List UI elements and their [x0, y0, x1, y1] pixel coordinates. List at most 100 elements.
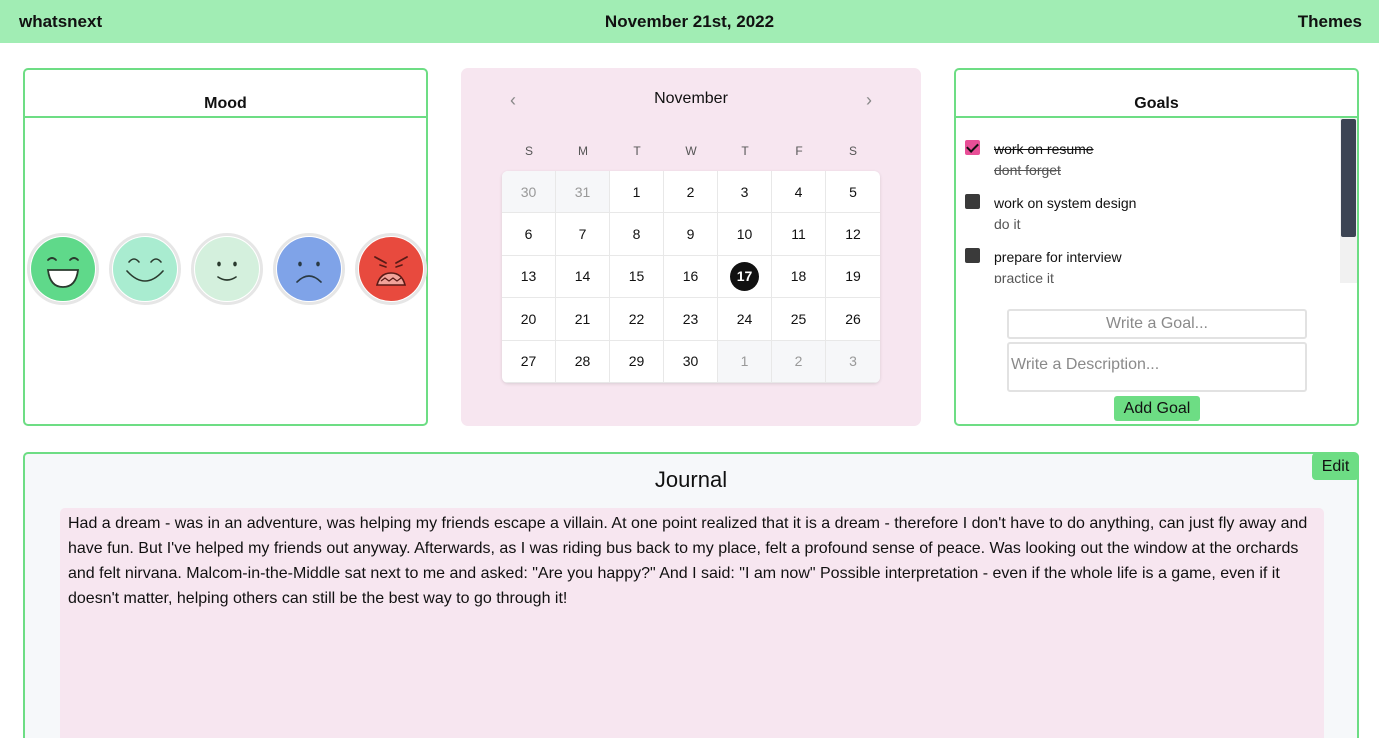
calendar-month: November	[654, 90, 728, 107]
calendar-day[interactable]: 21	[556, 298, 610, 341]
themes-button[interactable]: Themes	[1298, 12, 1362, 32]
calendar-day[interactable]: 2	[664, 171, 718, 214]
calendar-day[interactable]: 24	[718, 298, 772, 341]
mood-content-button[interactable]	[109, 233, 181, 305]
calendar-day-selected[interactable]: 17	[718, 255, 772, 299]
goal-description: do it	[994, 216, 1021, 232]
goal-title-input[interactable]	[1007, 309, 1307, 339]
calendar-day-label: 5	[849, 183, 857, 200]
edit-journal-button[interactable]: Edit	[1312, 453, 1359, 480]
calendar-day[interactable]: 2	[772, 340, 826, 383]
mood-faces	[27, 233, 427, 305]
calendar-day-label: 29	[628, 353, 645, 370]
calendar-day-label: 30	[682, 353, 699, 370]
calendar-day[interactable]: 22	[610, 298, 664, 341]
top-bar: whatsnext November 21st, 2022 Themes	[0, 0, 1379, 43]
app-name[interactable]: whatsnext	[19, 12, 102, 32]
mood-panel: Mood	[23, 68, 428, 426]
journal-text[interactable]: Had a dream - was in an adventure, was h…	[60, 508, 1324, 738]
sad-face-icon	[277, 237, 341, 301]
calendar-day[interactable]: 9	[664, 213, 718, 256]
calendar-day-label: 6	[524, 226, 533, 243]
calendar-day-label: 19	[845, 268, 861, 285]
calendar-day[interactable]: 4	[772, 171, 826, 214]
calendar-day[interactable]: 25	[772, 298, 826, 341]
calendar-weekdays: S M T W T F S	[502, 144, 880, 158]
calendar-day[interactable]: 31	[556, 171, 610, 214]
chevron-right-icon[interactable]: ›	[857, 90, 881, 112]
goal-checkbox[interactable]	[965, 140, 980, 155]
calendar-day[interactable]: 13	[502, 255, 556, 299]
calendar-day-label: 13	[520, 268, 537, 285]
calendar-day-label: 2	[794, 353, 803, 370]
goal-checkbox[interactable]	[965, 248, 980, 263]
calendar-header: ‹ November ›	[461, 90, 921, 112]
calendar-day[interactable]: 20	[502, 298, 556, 341]
goals-scrollbar-thumb[interactable]	[1341, 119, 1356, 237]
calendar-day[interactable]: 5	[826, 171, 880, 214]
calendar-grid: 30 31 1 2 3 4 5 6 7 8 9 10 11 12 13 14 15 16 17 18 19 20 21 22 2…	[502, 171, 880, 383]
journal-panel: Journal Edit Had a dream - was in an adv…	[23, 452, 1359, 738]
calendar-day-label: 28	[574, 353, 591, 370]
goal-description: practice it	[994, 270, 1054, 283]
journal-title: Journal	[654, 467, 728, 492]
neutral-smile-face-icon	[195, 237, 259, 301]
calendar-day-label: 27	[520, 353, 537, 370]
calendar-day-label: 7	[578, 226, 587, 243]
calendar-day[interactable]: 23	[664, 298, 718, 341]
goal-description: dont forget	[994, 162, 1061, 178]
calendar-day[interactable]: 6	[502, 213, 556, 256]
mood-angry-button[interactable]	[355, 233, 427, 305]
calendar-day-label: 11	[791, 226, 806, 243]
calendar-day[interactable]: 29	[610, 340, 664, 383]
calendar-day[interactable]: 1	[718, 340, 772, 383]
calendar-day-label: 16	[682, 268, 699, 285]
calendar-day[interactable]: 26	[826, 298, 880, 341]
laughing-face-icon	[31, 237, 95, 301]
calendar-day-label: 4	[794, 183, 803, 200]
weekday-label: T	[741, 144, 749, 158]
calendar-day[interactable]: 18	[772, 255, 826, 299]
mood-neutral-button[interactable]	[191, 233, 263, 305]
calendar-day-label: 17	[730, 261, 759, 291]
goal-title: prepare for interview	[994, 249, 1122, 265]
weekday-label: S	[848, 144, 857, 158]
goal-checkbox[interactable]	[965, 194, 980, 209]
calendar-day[interactable]: 1	[610, 171, 664, 214]
weekday-label: S	[524, 144, 533, 158]
calendar-day[interactable]: 15	[610, 255, 664, 299]
calendar-day[interactable]: 3	[826, 340, 880, 383]
calendar-day[interactable]: 8	[610, 213, 664, 256]
calendar-day[interactable]: 19	[826, 256, 880, 299]
calendar-day[interactable]: 30	[502, 171, 556, 214]
calendar-day[interactable]: 10	[718, 213, 772, 256]
calendar-day[interactable]: 7	[556, 213, 610, 256]
calendar-day-label: 9	[686, 226, 695, 243]
mood-sad-button[interactable]	[273, 233, 345, 305]
calendar-day[interactable]: 28	[556, 340, 610, 383]
calendar-panel: ‹ November › S M T W T F S 30 31 1 2 3 4 5 6 7 8 9…	[461, 68, 921, 426]
calendar-day-label: 31	[574, 183, 591, 200]
calendar-day-label: 18	[790, 268, 807, 285]
calendar-day[interactable]: 11	[772, 213, 826, 256]
mood-laughing-button[interactable]	[27, 233, 99, 305]
calendar-day[interactable]: 14	[556, 255, 610, 299]
content-face-icon	[113, 237, 177, 301]
goal-description-input[interactable]	[1007, 342, 1307, 392]
calendar-day[interactable]: 3	[718, 171, 772, 214]
calendar-day[interactable]: 16	[664, 255, 718, 299]
calendar-day-label: 12	[845, 226, 861, 243]
calendar-day-label: 24	[736, 310, 753, 327]
calendar-day[interactable]: 30	[664, 340, 718, 383]
goal-title: work on resume	[994, 141, 1094, 157]
angry-face-icon	[359, 237, 423, 301]
calendar-day-label: 20	[520, 310, 537, 327]
add-goal-button[interactable]: Add Goal	[1114, 396, 1200, 421]
calendar-day-label: 3	[740, 183, 749, 200]
calendar-day-label: 14	[574, 268, 591, 285]
calendar-day-label: 10	[736, 226, 753, 243]
weekday-label: M	[578, 144, 588, 158]
calendar-day[interactable]: 27	[502, 340, 556, 383]
calendar-day[interactable]: 12	[826, 213, 880, 256]
current-date: November 21st, 2022	[604, 11, 775, 31]
